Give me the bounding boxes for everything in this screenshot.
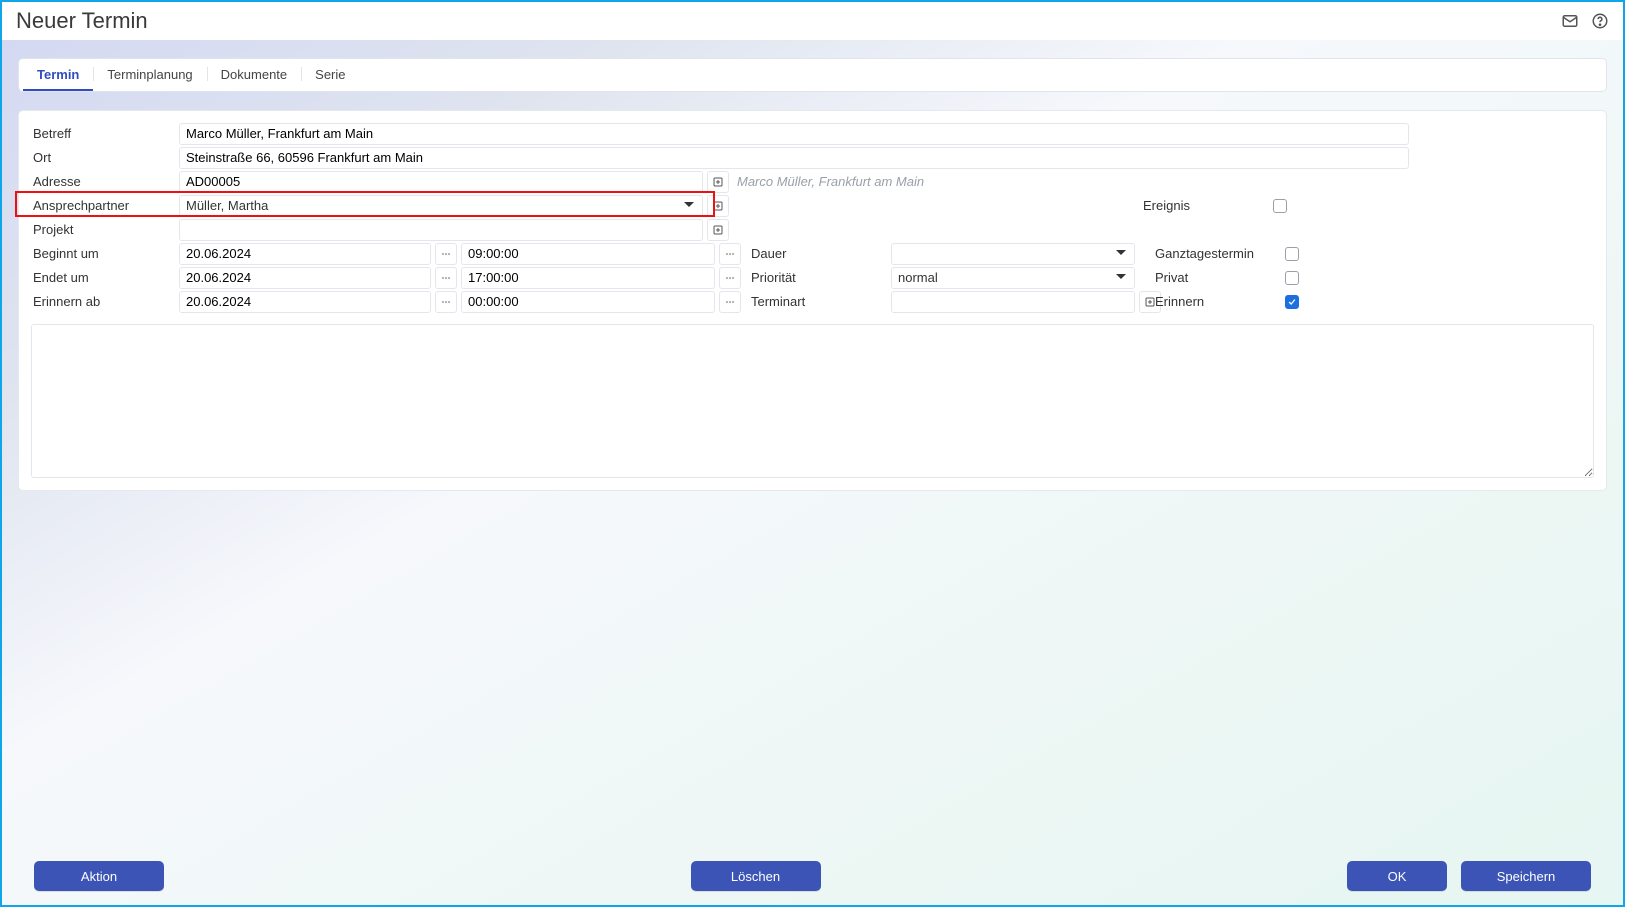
- label-terminart: Terminart: [741, 294, 891, 309]
- checkbox-ereignis[interactable]: [1273, 199, 1287, 213]
- speichern-button[interactable]: Speichern: [1461, 861, 1591, 891]
- select-prioritaet-value: normal: [898, 270, 938, 285]
- label-ansprechpartner: Ansprechpartner: [31, 198, 179, 213]
- help-icon[interactable]: [1591, 12, 1609, 30]
- mail-icon[interactable]: [1561, 12, 1579, 30]
- input-beginnt-time[interactable]: [461, 243, 715, 265]
- label-erinnernab: Erinnern ab: [31, 294, 179, 309]
- dialog-title: Neuer Termin: [16, 8, 1561, 34]
- tab-terminplanung[interactable]: Terminplanung: [93, 59, 206, 91]
- select-prioritaet[interactable]: normal: [891, 267, 1135, 289]
- input-projekt[interactable]: [179, 219, 703, 241]
- datepicker-erinnernab-button[interactable]: [435, 291, 457, 313]
- label-ereignis: Ereignis: [1123, 198, 1273, 213]
- timepicker-endet-button[interactable]: [719, 267, 741, 289]
- label-dauer: Dauer: [741, 246, 891, 261]
- input-adresse[interactable]: [179, 171, 703, 193]
- datepicker-endet-button[interactable]: [435, 267, 457, 289]
- tab-bar: Termin Terminplanung Dokumente Serie: [18, 58, 1607, 92]
- input-beginnt-date[interactable]: [179, 243, 431, 265]
- checkbox-erinnern[interactable]: [1285, 295, 1299, 309]
- input-endet-date[interactable]: [179, 267, 431, 289]
- form-grid: Betreff Ort Adresse Marco Müller, Frankf…: [31, 121, 1594, 314]
- input-betreff[interactable]: [179, 123, 1409, 145]
- ok-button[interactable]: OK: [1347, 861, 1447, 891]
- checkbox-privat[interactable]: [1285, 271, 1299, 285]
- tab-dokumente[interactable]: Dokumente: [207, 59, 301, 91]
- label-adresse: Adresse: [31, 174, 179, 189]
- input-endet-time[interactable]: [461, 267, 715, 289]
- dialog-header: Neuer Termin: [2, 2, 1623, 40]
- timepicker-erinnernab-button[interactable]: [719, 291, 741, 313]
- label-betreff: Betreff: [31, 126, 179, 141]
- notes-textarea[interactable]: [31, 324, 1594, 478]
- hint-adresse: Marco Müller, Frankfurt am Main: [737, 174, 924, 189]
- label-ort: Ort: [31, 150, 179, 165]
- lookup-adresse-button[interactable]: [707, 171, 729, 193]
- label-endet: Endet um: [31, 270, 179, 285]
- timepicker-beginnt-button[interactable]: [719, 243, 741, 265]
- footer-buttons: Aktion Löschen OK Speichern: [18, 847, 1607, 905]
- label-beginnt: Beginnt um: [31, 246, 179, 261]
- header-actions: [1561, 12, 1609, 30]
- label-prioritaet: Priorität: [741, 270, 891, 285]
- input-erinnernab-time[interactable]: [461, 291, 715, 313]
- lookup-projekt-button[interactable]: [707, 219, 729, 241]
- checkbox-ganztag[interactable]: [1285, 247, 1299, 261]
- label-privat: Privat: [1135, 270, 1285, 285]
- tab-termin[interactable]: Termin: [23, 59, 93, 91]
- select-ansprechpartner[interactable]: Müller, Martha: [179, 195, 703, 217]
- label-projekt: Projekt: [31, 222, 179, 237]
- datepicker-beginnt-button[interactable]: [435, 243, 457, 265]
- loeschen-button[interactable]: Löschen: [691, 861, 821, 891]
- input-erinnernab-date[interactable]: [179, 291, 431, 313]
- aktion-button[interactable]: Aktion: [34, 861, 164, 891]
- select-ansprechpartner-value: Müller, Martha: [186, 198, 268, 213]
- input-terminart[interactable]: [891, 291, 1135, 313]
- main-area: Termin Terminplanung Dokumente Serie Bet…: [2, 40, 1623, 905]
- form-panel: Betreff Ort Adresse Marco Müller, Frankf…: [18, 110, 1607, 491]
- select-dauer[interactable]: [891, 243, 1135, 265]
- input-ort[interactable]: [179, 147, 1409, 169]
- label-ganztag: Ganztagestermin: [1135, 246, 1285, 261]
- lookup-ansprechpartner-button[interactable]: [707, 195, 729, 217]
- tab-serie[interactable]: Serie: [301, 59, 359, 91]
- label-erinnern: Erinnern: [1135, 294, 1285, 309]
